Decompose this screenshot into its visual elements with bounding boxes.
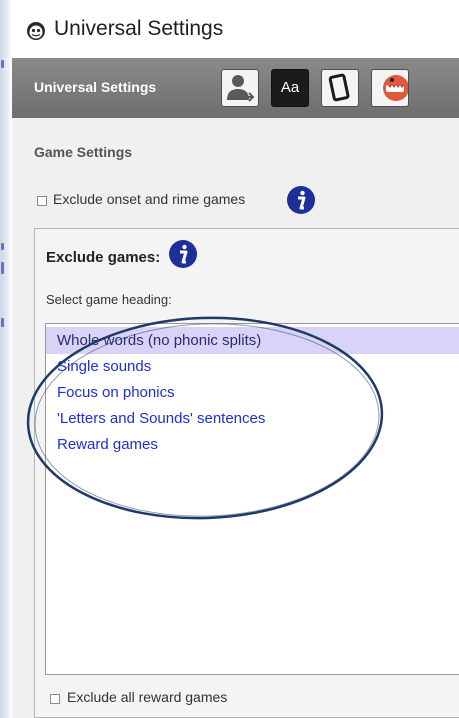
- select-game-heading-label: Select game heading:: [46, 292, 172, 307]
- game-settings-heading: Game Settings: [34, 144, 133, 160]
- list-item[interactable]: Focus on phonics: [46, 379, 459, 406]
- font-settings-button[interactable]: Aa: [271, 69, 309, 107]
- info-icon[interactable]: [168, 239, 198, 269]
- exclude-all-reward-checkbox[interactable]: [50, 694, 60, 704]
- exclude-games-group: Exclude games: Select game heading: Whol…: [34, 228, 459, 718]
- window-left-border: [0, 0, 12, 718]
- user-settings-button[interactable]: [221, 69, 259, 107]
- border-mark: [1, 60, 4, 68]
- border-mark: [1, 243, 4, 250]
- exclude-onset-rime-checkbox[interactable]: [37, 196, 47, 206]
- list-item[interactable]: Whole words (no phonic splits): [46, 327, 459, 354]
- toolbar: Universal Settings Aa: [12, 58, 459, 118]
- info-icon[interactable]: [286, 185, 316, 215]
- exclude-onset-rime-label: Exclude onset and rime games: [53, 191, 246, 207]
- border-mark: [1, 262, 4, 274]
- monster-face-icon: [383, 75, 408, 101]
- character-face-icon: [27, 22, 45, 40]
- title-bar: Universal Settings: [12, 8, 459, 52]
- font-icon: Aa: [280, 79, 300, 96]
- border-mark: [1, 318, 4, 327]
- game-heading-listbox[interactable]: Whole words (no phonic splits) Single so…: [45, 323, 459, 675]
- list-item[interactable]: Reward games: [46, 431, 459, 458]
- list-item[interactable]: 'Letters and Sounds' sentences: [46, 405, 459, 432]
- window-title: Universal Settings: [54, 17, 224, 40]
- exclude-all-reward-label: Exclude all reward games: [67, 689, 228, 705]
- toolbar-tab-universal-settings[interactable]: Universal Settings: [34, 79, 156, 95]
- device-settings-button[interactable]: [321, 69, 359, 107]
- character-settings-button[interactable]: [371, 69, 409, 107]
- settings-panel: Game Settings Exclude onset and rime gam…: [12, 118, 459, 718]
- tablet-icon: [328, 73, 350, 102]
- list-item[interactable]: Single sounds: [46, 353, 459, 380]
- person-icon: [227, 75, 255, 102]
- exclude-games-heading: Exclude games:: [46, 249, 161, 266]
